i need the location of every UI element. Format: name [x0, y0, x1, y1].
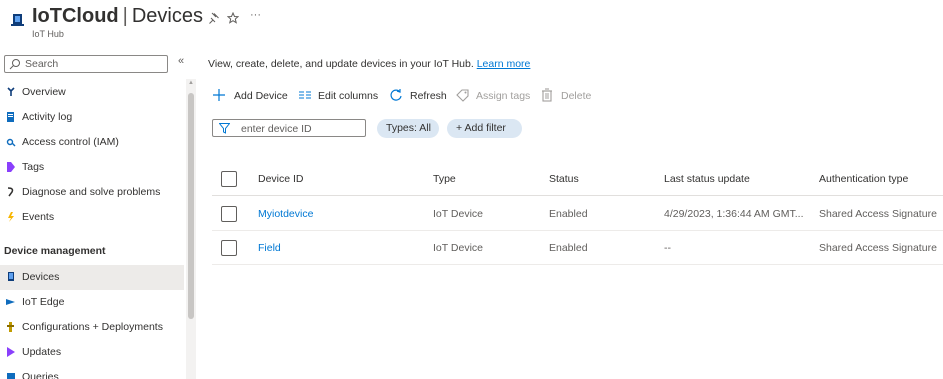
nav-item-label: Overview — [22, 86, 66, 98]
nav-item-label: Access control (IAM) — [22, 136, 119, 148]
last-status-update: -- — [664, 242, 671, 254]
row-checkbox[interactable] — [221, 206, 237, 222]
nav-item-activity-log[interactable]: Activity log — [0, 105, 184, 130]
refresh-button[interactable]: Refresh — [389, 88, 449, 104]
column-header-status[interactable]: Status — [549, 173, 579, 185]
nav-item-label: Devices — [22, 271, 60, 283]
nav-item-events[interactable]: Events — [0, 205, 184, 230]
last-status-update: 4/29/2023, 1:36:44 AM GMT... — [664, 208, 804, 220]
authentication-type: Shared Access Signature — [819, 208, 937, 220]
row-checkbox[interactable] — [221, 240, 237, 256]
trash-icon — [542, 88, 552, 102]
nav-item-label: IoT Edge — [22, 296, 65, 308]
table-row: Myiotdevice IoT Device Enabled 4/29/2023… — [212, 197, 943, 231]
nav-item-label: Queries — [22, 371, 59, 379]
device-status: Enabled — [549, 242, 588, 254]
title-separator: | — [122, 5, 128, 27]
nav-item-label: Activity log — [22, 111, 73, 123]
iot-edge-icon — [6, 299, 15, 305]
select-all-checkbox[interactable] — [221, 171, 237, 187]
types-filter-pill[interactable]: Types: All — [377, 119, 439, 138]
page-title: IoTCloud | Devices — [32, 5, 203, 28]
blade-name: Devices — [131, 5, 203, 27]
search-icon — [9, 59, 20, 70]
device-id-link[interactable]: Field — [258, 242, 281, 254]
devices-icon — [8, 272, 14, 281]
overview-icon — [7, 87, 15, 96]
description-text: View, create, delete, and update devices… — [208, 58, 474, 70]
nav-item-label: Configurations + Deployments — [22, 321, 163, 333]
assign-tags-label: Assign tags — [476, 90, 531, 102]
column-header-last-status-update[interactable]: Last status update — [664, 173, 750, 185]
edit-columns-button[interactable]: Edit columns — [298, 88, 382, 104]
nav-item-updates[interactable]: Updates — [0, 340, 184, 365]
section-header-device-management: Device management — [4, 245, 106, 257]
nav-item-label: Updates — [22, 346, 62, 358]
star-icon[interactable] — [227, 12, 239, 24]
device-type: IoT Device — [433, 242, 483, 254]
queries-icon — [7, 373, 15, 379]
nav-item-label: Tags — [22, 161, 45, 173]
nav-item-diagnose[interactable]: Diagnose and solve problems — [0, 180, 184, 205]
updates-icon — [7, 347, 15, 357]
filter-icon — [219, 123, 230, 134]
events-icon — [8, 212, 14, 222]
resource-menu: Search « Overview Activity log Access co… — [0, 50, 198, 379]
nav-item-devices[interactable]: Devices — [0, 265, 184, 290]
nav-item-iot-edge[interactable]: IoT Edge — [0, 290, 184, 315]
edit-columns-label: Edit columns — [318, 90, 379, 102]
nav-item-access-control[interactable]: Access control (IAM) — [0, 130, 184, 155]
nav-item-tags[interactable]: Tags — [0, 155, 184, 180]
filter-placeholder: enter device ID — [241, 123, 312, 135]
assign-tags-button[interactable]: Assign tags — [456, 88, 530, 104]
add-filter-button[interactable]: + Add filter — [447, 119, 522, 138]
add-device-button[interactable]: Add Device — [212, 88, 290, 104]
collapse-menu-button[interactable]: « — [178, 55, 184, 67]
authentication-type: Shared Access Signature — [819, 242, 937, 254]
column-header-device-id[interactable]: Device ID — [258, 173, 304, 185]
device-status: Enabled — [549, 208, 588, 220]
device-id-link[interactable]: Myiotdevice — [258, 208, 313, 220]
learn-more-link[interactable]: Learn more — [477, 58, 531, 70]
nav-item-label: Diagnose and solve problems — [22, 186, 161, 198]
access-control-icon — [6, 138, 16, 147]
tag-icon — [7, 162, 15, 172]
menu-search-input[interactable]: Search — [4, 55, 168, 73]
column-header-authentication-type[interactable]: Authentication type — [819, 173, 908, 185]
plus-icon — [213, 89, 225, 101]
add-filter-label: + Add filter — [456, 122, 506, 134]
types-filter-label: Types: All — [386, 122, 431, 134]
add-device-label: Add Device — [234, 90, 288, 102]
column-header-type[interactable]: Type — [433, 173, 456, 185]
more-options-button[interactable]: ··· — [250, 9, 261, 21]
delete-label: Delete — [561, 90, 592, 102]
nav-item-label: Events — [22, 211, 55, 223]
device-type: IoT Device — [433, 208, 483, 220]
iot-hub-icon — [11, 14, 24, 26]
activity-log-icon — [7, 112, 14, 122]
tag-icon — [456, 89, 469, 102]
edit-columns-icon — [299, 91, 311, 99]
table-row: Field IoT Device Enabled -- Shared Acces… — [212, 231, 943, 265]
device-id-filter-input[interactable]: enter device ID — [212, 119, 366, 137]
delete-button[interactable]: Delete — [540, 88, 592, 104]
resource-type: IoT Hub — [32, 29, 64, 39]
configurations-icon — [7, 322, 14, 332]
nav-item-overview[interactable]: Overview — [0, 80, 184, 105]
page-description: View, create, delete, and update devices… — [208, 58, 530, 70]
scroll-thumb[interactable] — [188, 93, 194, 319]
search-placeholder: Search — [25, 58, 59, 70]
refresh-label: Refresh — [410, 90, 447, 102]
menu-scrollbar[interactable]: ▲ — [186, 79, 196, 379]
scroll-up-icon[interactable]: ▲ — [188, 80, 194, 86]
pin-icon[interactable] — [208, 12, 220, 24]
page-header: IoTCloud | Devices IoT Hub ··· — [0, 0, 943, 50]
diagnose-icon — [7, 187, 14, 197]
nav-item-queries[interactable]: Queries — [0, 365, 184, 379]
table-header-row: Device ID Type Status Last status update… — [212, 162, 943, 196]
resource-name: IoTCloud — [32, 5, 119, 27]
refresh-icon — [390, 89, 402, 101]
nav-item-configurations[interactable]: Configurations + Deployments — [0, 315, 184, 340]
